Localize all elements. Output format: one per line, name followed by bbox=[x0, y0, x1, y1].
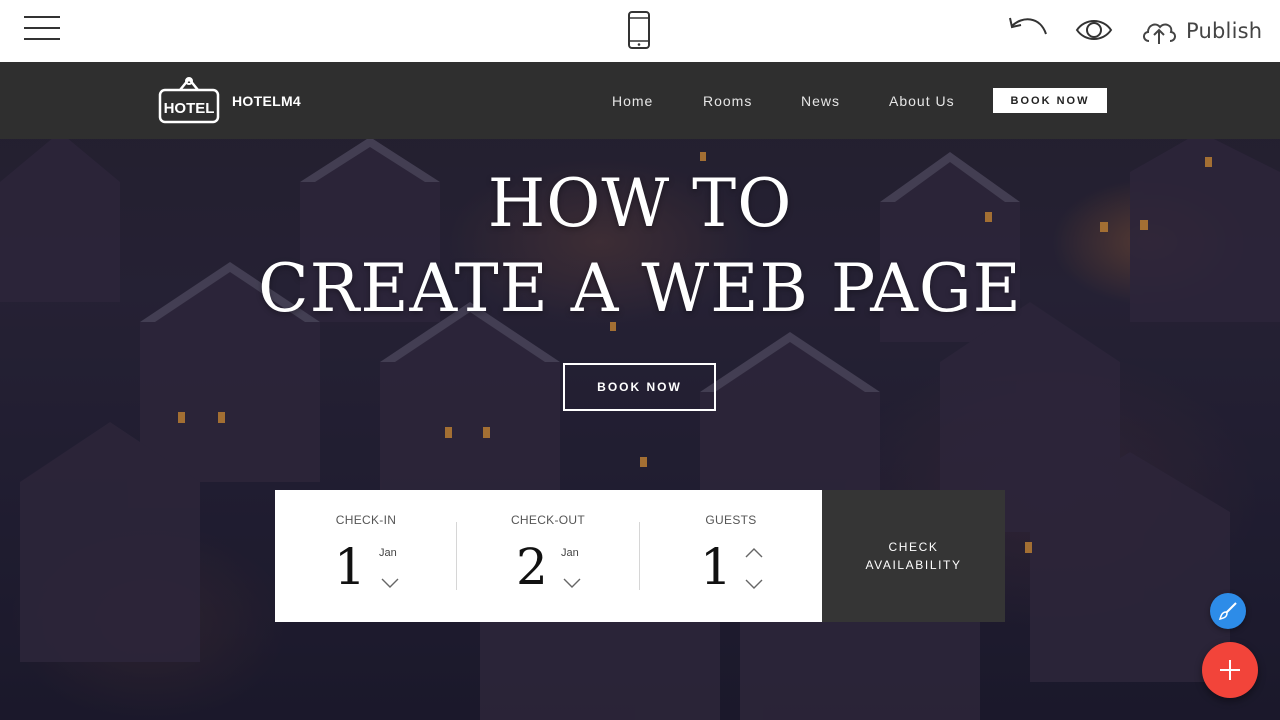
guests-chevron-down-icon[interactable] bbox=[745, 579, 763, 589]
guests-count[interactable]: 1 bbox=[700, 538, 732, 596]
hero-book-now-button[interactable]: BOOK NOW bbox=[563, 363, 716, 411]
checkin-month: Jan bbox=[379, 547, 397, 559]
guests-field[interactable]: GUESTS 1 bbox=[640, 490, 822, 622]
site-navbar: HOTEL HOTELM4 Home Rooms News About Us B… bbox=[0, 62, 1280, 139]
nav-link-home[interactable]: Home bbox=[612, 93, 653, 109]
guests-label: GUESTS bbox=[705, 513, 757, 527]
checkout-field[interactable]: CHECK-OUT 2 Jan bbox=[457, 490, 639, 622]
check-button-line2: AVAILABILITY bbox=[865, 558, 962, 572]
nav-link-news[interactable]: News bbox=[801, 93, 840, 109]
paint-brush-icon bbox=[1218, 602, 1237, 621]
add-block-button[interactable] bbox=[1202, 642, 1258, 698]
brand-name[interactable]: HOTELM4 bbox=[232, 93, 301, 109]
checkin-day[interactable]: 1 bbox=[334, 538, 366, 596]
checkout-label: CHECK-OUT bbox=[510, 513, 586, 527]
check-availability-button[interactable]: CHECK AVAILABILITY bbox=[822, 490, 1005, 622]
checkin-field[interactable]: CHECK-IN 1 Jan bbox=[275, 490, 457, 622]
guests-chevron-up-icon[interactable] bbox=[745, 548, 763, 558]
nav-link-rooms[interactable]: Rooms bbox=[703, 93, 752, 109]
publish-label: Publish bbox=[1186, 19, 1263, 43]
logo-text: HOTEL bbox=[164, 100, 215, 117]
mobile-preview-icon[interactable] bbox=[627, 11, 651, 49]
undo-icon[interactable] bbox=[1008, 14, 1050, 44]
nav-link-about-us[interactable]: About Us bbox=[889, 93, 955, 109]
hamburger-menu-icon[interactable] bbox=[24, 14, 60, 42]
hotel-logo-icon[interactable]: HOTEL bbox=[158, 76, 220, 126]
cloud-upload-icon bbox=[1143, 23, 1176, 44]
style-brush-button[interactable] bbox=[1210, 593, 1246, 629]
publish-button[interactable]: Publish bbox=[1140, 13, 1262, 49]
checkout-chevron-down-icon[interactable] bbox=[563, 578, 581, 588]
plus-icon bbox=[1220, 660, 1240, 680]
nav-book-now-button[interactable]: BOOK NOW bbox=[993, 88, 1107, 113]
hero-title-line1: HOW TO bbox=[487, 165, 793, 242]
checkin-chevron-down-icon[interactable] bbox=[381, 578, 399, 588]
checkin-label: CHECK-IN bbox=[335, 513, 397, 527]
preview-eye-icon[interactable] bbox=[1075, 16, 1113, 44]
checkout-month: Jan bbox=[561, 547, 579, 559]
hero-title-line2: CREATE A WEB PAGE bbox=[258, 250, 1022, 327]
check-button-line1: CHECK bbox=[888, 540, 939, 554]
checkout-day[interactable]: 2 bbox=[516, 538, 548, 596]
editor-toolbar: Publish bbox=[0, 0, 1280, 62]
booking-widget: CHECK-IN 1 Jan CHECK-OUT 2 Jan GUESTS 1 bbox=[275, 490, 822, 622]
